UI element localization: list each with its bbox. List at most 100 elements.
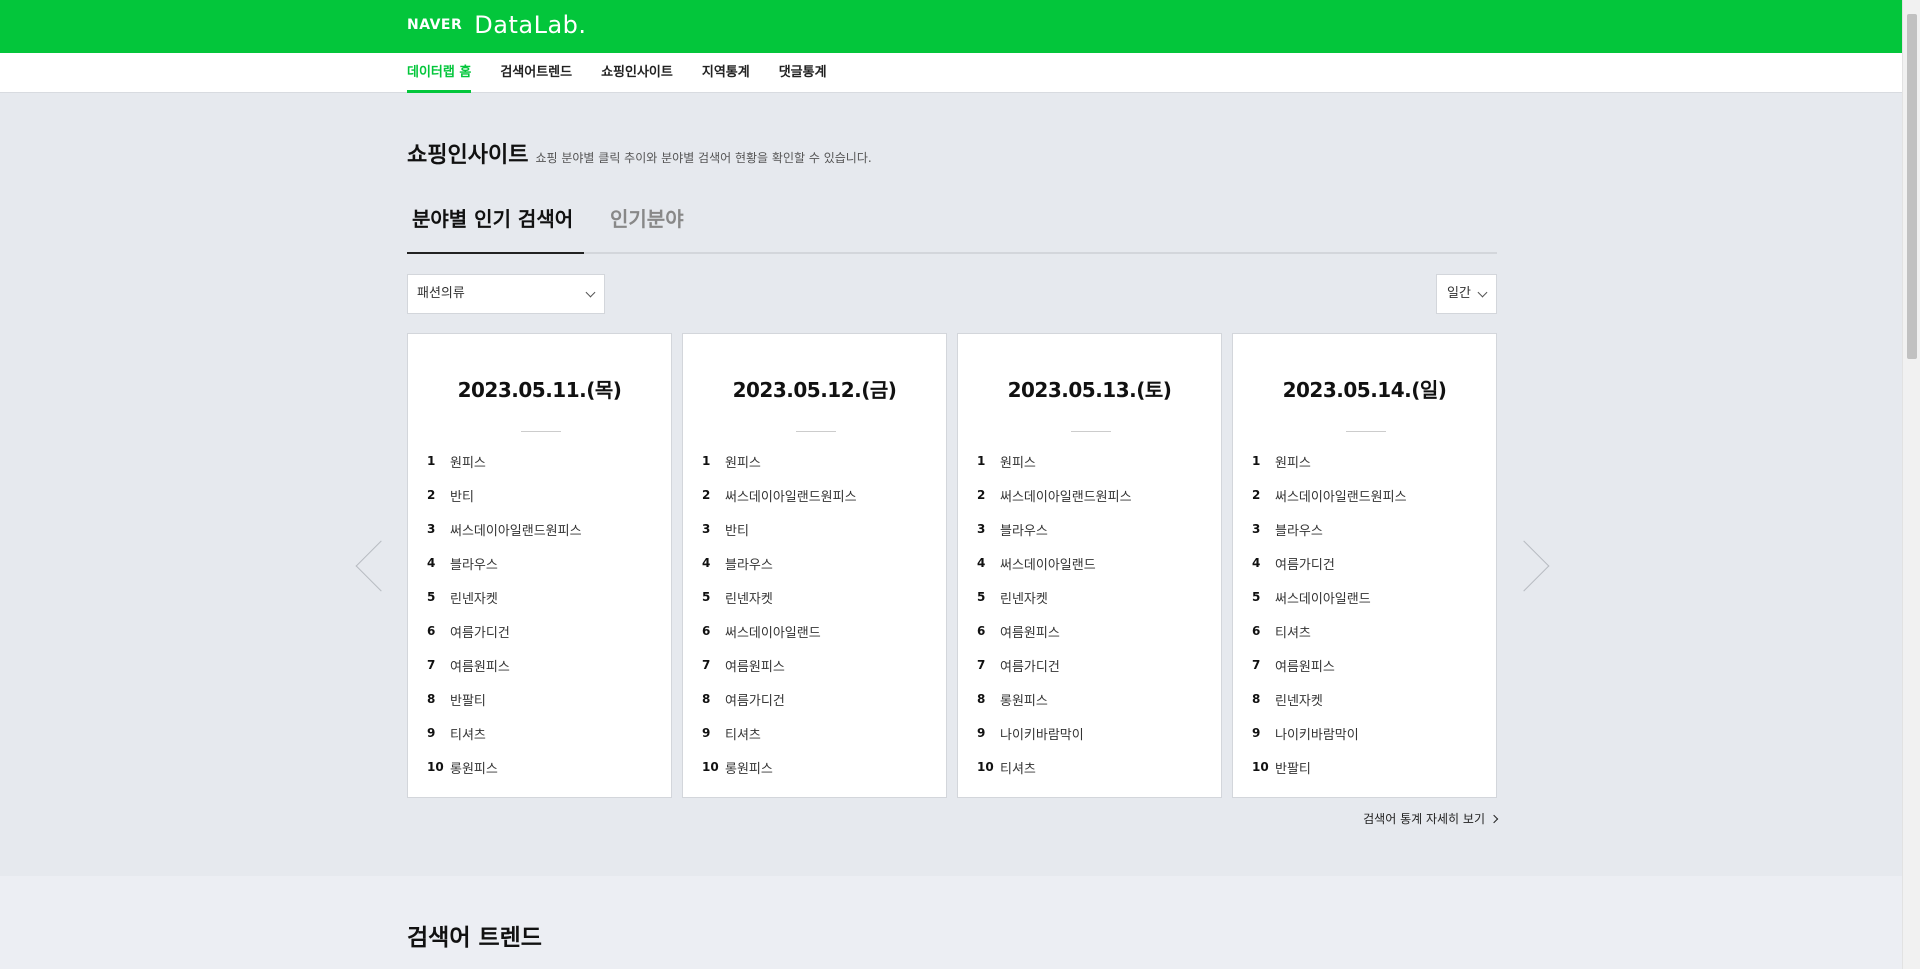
keyword-rank-item[interactable]: 3 반티	[702, 512, 857, 546]
keyword-text[interactable]: 티셔츠	[450, 724, 486, 743]
keyword-text[interactable]: 롱원피스	[725, 758, 773, 777]
keyword-text[interactable]: 블라우스	[450, 554, 498, 573]
keyword-rank-item[interactable]: 4 써스데이아일랜드	[977, 546, 1132, 580]
brand-logo[interactable]: NAVER DataLab.	[407, 11, 587, 39]
keyword-rank-item[interactable]: 6 써스데이아일랜드	[702, 614, 857, 648]
chevron-down-icon	[585, 287, 596, 298]
keyword-text[interactable]: 원피스	[450, 452, 486, 471]
keyword-rank-item[interactable]: 4 블라우스	[702, 546, 857, 580]
keyword-text[interactable]: 여름가디건	[725, 690, 785, 709]
nav-item-search-trend[interactable]: 검색어트렌드	[500, 53, 572, 93]
more-keyword-stats-link[interactable]: 검색어 통계 자세히 보기	[1363, 810, 1499, 827]
period-select[interactable]: 일간	[1436, 274, 1497, 314]
keyword-rank-item[interactable]: 8 롱원피스	[977, 682, 1132, 716]
nav-item-comment-stats[interactable]: 댓글통계	[779, 53, 827, 93]
keyword-rank-item[interactable]: 6 여름원피스	[977, 614, 1132, 648]
keyword-rank-item[interactable]: 10 롱원피스	[427, 750, 582, 784]
keyword-text[interactable]: 린넨자켓	[725, 588, 773, 607]
datalab-logo-text[interactable]: DataLab.	[474, 11, 586, 39]
keyword-rank-item[interactable]: 6 여름가디건	[427, 614, 582, 648]
keyword-rank-item[interactable]: 8 여름가디건	[702, 682, 857, 716]
keyword-text[interactable]: 블라우스	[725, 554, 773, 573]
keyword-text[interactable]: 써스데이아일랜드원피스	[1000, 486, 1132, 505]
keyword-rank-item[interactable]: 9 티셔츠	[702, 716, 857, 750]
keyword-rank-item[interactable]: 7 여름가디건	[977, 648, 1132, 682]
vertical-scrollbar[interactable]	[1902, 0, 1920, 969]
keyword-rank-item[interactable]: 3 써스데이아일랜드원피스	[427, 512, 582, 546]
keyword-rank-item[interactable]: 9 나이키바람막이	[1252, 716, 1407, 750]
keyword-rank-item[interactable]: 2 써스데이아일랜드원피스	[977, 478, 1132, 512]
keyword-text[interactable]: 여름원피스	[1000, 622, 1060, 641]
card-date: 2023.05.13.(토)	[1007, 378, 1172, 402]
keyword-text[interactable]: 린넨자켓	[1000, 588, 1048, 607]
keyword-rank-item[interactable]: 7 여름원피스	[702, 648, 857, 682]
keyword-text[interactable]: 여름가디건	[1275, 554, 1335, 573]
keyword-text[interactable]: 원피스	[1000, 452, 1036, 471]
keyword-text[interactable]: 반팔티	[1275, 758, 1311, 777]
keyword-text[interactable]: 반팔티	[450, 690, 486, 709]
keyword-text[interactable]: 여름가디건	[1000, 656, 1060, 675]
keyword-rank-item[interactable]: 8 반팔티	[427, 682, 582, 716]
keyword-rank-item[interactable]: 10 롱원피스	[702, 750, 857, 784]
nav-item-shopping-insight[interactable]: 쇼핑인사이트	[601, 53, 673, 93]
keyword-rank-item[interactable]: 5 써스데이아일랜드	[1252, 580, 1407, 614]
keyword-rank-item[interactable]: 2 써스데이아일랜드원피스	[1252, 478, 1407, 512]
keyword-rank-item[interactable]: 3 블라우스	[1252, 512, 1407, 546]
tab-popular-keywords[interactable]: 분야별 인기 검색어	[407, 199, 584, 254]
keyword-rank-item[interactable]: 7 여름원피스	[427, 648, 582, 682]
keyword-rank-item[interactable]: 8 린넨자켓	[1252, 682, 1407, 716]
keyword-text[interactable]: 원피스	[1275, 452, 1311, 471]
category-select[interactable]: 패션의류	[407, 274, 605, 314]
keyword-text[interactable]: 여름원피스	[725, 656, 785, 675]
keyword-rank-item[interactable]: 5 린넨자켓	[702, 580, 857, 614]
keyword-text[interactable]: 린넨자켓	[1275, 690, 1323, 709]
keyword-text[interactable]: 여름원피스	[1275, 656, 1335, 675]
next-arrow-icon[interactable]	[1498, 540, 1550, 592]
keyword-text[interactable]: 써스데이아일랜드	[1000, 554, 1096, 573]
keyword-text[interactable]: 롱원피스	[1000, 690, 1048, 709]
keyword-rank-item[interactable]: 1 원피스	[702, 444, 857, 478]
keyword-text[interactable]: 여름원피스	[450, 656, 510, 675]
scrollbar-thumb[interactable]	[1907, 14, 1917, 359]
keyword-text[interactable]: 나이키바람막이	[1000, 724, 1084, 743]
keyword-rank-item[interactable]: 1 원피스	[1252, 444, 1407, 478]
keyword-text[interactable]: 티셔츠	[725, 724, 761, 743]
keyword-rank-item[interactable]: 3 블라우스	[977, 512, 1132, 546]
keyword-text[interactable]: 여름가디건	[450, 622, 510, 641]
keyword-rank-item[interactable]: 1 원피스	[977, 444, 1132, 478]
tab-popular-categories[interactable]: 인기분야	[610, 199, 684, 254]
keyword-text[interactable]: 써스데이아일랜드원피스	[450, 520, 582, 539]
keyword-rank-item[interactable]: 5 린넨자켓	[977, 580, 1132, 614]
keyword-text[interactable]: 나이키바람막이	[1275, 724, 1359, 743]
keyword-text[interactable]: 반티	[450, 486, 474, 505]
naver-logo-text[interactable]: NAVER	[407, 17, 462, 33]
keyword-text[interactable]: 써스데이아일랜드	[725, 622, 821, 641]
keyword-text[interactable]: 써스데이아일랜드원피스	[1275, 486, 1407, 505]
keyword-rank-item[interactable]: 9 나이키바람막이	[977, 716, 1132, 750]
nav-item-regional-stats[interactable]: 지역통계	[702, 53, 750, 93]
keyword-text[interactable]: 롱원피스	[450, 758, 498, 777]
keyword-rank-list: 1 원피스 2 써스데이아일랜드원피스 3 블라우스 4 여름가디건 5 써스데이아일랜드 6 티셔츠…	[1252, 444, 1407, 784]
keyword-text[interactable]: 블라우스	[1275, 520, 1323, 539]
keyword-rank-item[interactable]: 6 티셔츠	[1252, 614, 1407, 648]
keyword-text[interactable]: 티셔츠	[1275, 622, 1311, 641]
keyword-text[interactable]: 티셔츠	[1000, 758, 1036, 777]
keyword-rank-item[interactable]: 10 반팔티	[1252, 750, 1407, 784]
keyword-text[interactable]: 써스데이아일랜드원피스	[725, 486, 857, 505]
keyword-rank-item[interactable]: 1 원피스	[427, 444, 582, 478]
keyword-rank-item[interactable]: 5 린넨자켓	[427, 580, 582, 614]
keyword-text[interactable]: 반티	[725, 520, 749, 539]
nav-item-datalab-home[interactable]: 데이터랩 홈	[407, 53, 472, 93]
keyword-text[interactable]: 블라우스	[1000, 520, 1048, 539]
keyword-rank-item[interactable]: 4 여름가디건	[1252, 546, 1407, 580]
keyword-text[interactable]: 원피스	[725, 452, 761, 471]
keyword-rank-item[interactable]: 4 블라우스	[427, 546, 582, 580]
keyword-rank-item[interactable]: 10 티셔츠	[977, 750, 1132, 784]
prev-arrow-icon[interactable]	[355, 540, 407, 592]
keyword-rank-item[interactable]: 2 반티	[427, 478, 582, 512]
keyword-rank-item[interactable]: 7 여름원피스	[1252, 648, 1407, 682]
keyword-text[interactable]: 써스데이아일랜드	[1275, 588, 1371, 607]
keyword-rank-item[interactable]: 2 써스데이아일랜드원피스	[702, 478, 857, 512]
keyword-text[interactable]: 린넨자켓	[450, 588, 498, 607]
keyword-rank-item[interactable]: 9 티셔츠	[427, 716, 582, 750]
